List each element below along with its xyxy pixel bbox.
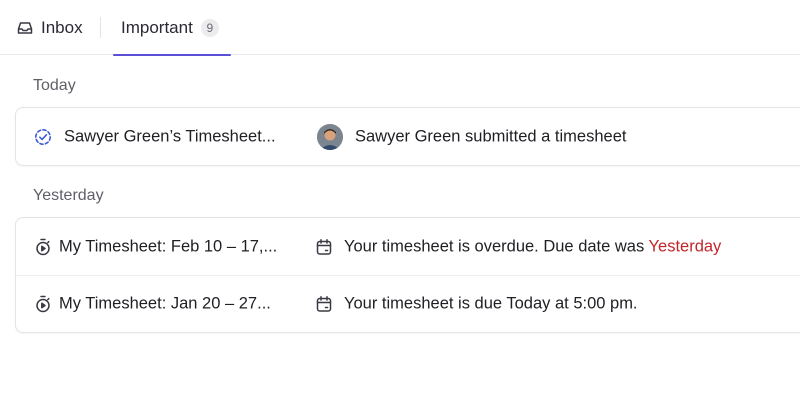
- section-label-yesterday: Yesterday: [33, 187, 104, 204]
- notification-title: Sawyer Green’s Timesheet...: [64, 127, 276, 145]
- notification-text-main: Your timesheet is overdue. Due date was: [344, 237, 649, 255]
- overdue-date-label: Yesterday: [648, 237, 722, 255]
- tab-inbox-label: Inbox: [41, 17, 83, 37]
- notification-row[interactable]: My Timesheet: Jan 20 – 27... Your timesh…: [16, 275, 800, 332]
- notification-group-today: Sawyer Green’s Timesheet... Sawyer Green…: [15, 107, 800, 166]
- inbox-icon: [17, 21, 33, 35]
- notification-title: My Timesheet: Jan 20 – 27...: [59, 294, 271, 313]
- active-tab-indicator: [113, 54, 231, 56]
- notification-row[interactable]: My Timesheet: Feb 10 – 17,... Your times…: [16, 218, 800, 275]
- notification-text: Your timesheet is due Today at 5:00 pm.: [344, 294, 638, 313]
- section-label-today: Today: [33, 77, 76, 94]
- calendar-icon: [316, 295, 332, 313]
- important-count-badge: 9: [200, 18, 219, 37]
- stopwatch-icon: [33, 237, 53, 257]
- timesheet-submitted-icon: [33, 127, 53, 147]
- notification-group-yesterday: My Timesheet: Feb 10 – 17,... Your times…: [15, 217, 800, 333]
- notification-text: Your timesheet is overdue. Due date was …: [344, 237, 721, 256]
- avatar: [317, 123, 343, 150]
- calendar-icon: [316, 238, 332, 255]
- notification-text: Sawyer Green submitted a timesheet: [355, 127, 627, 145]
- tab-divider: [100, 17, 101, 38]
- notification-row[interactable]: Sawyer Green’s Timesheet... Sawyer Green…: [16, 108, 800, 165]
- tab-important-label: Important: [121, 17, 193, 37]
- notification-title: My Timesheet: Feb 10 – 17,...: [59, 237, 278, 255]
- stopwatch-icon: [33, 294, 53, 314]
- tab-inbox[interactable]: Inbox: [17, 0, 83, 55]
- tab-bar: Inbox Important 9: [0, 0, 800, 56]
- tab-important[interactable]: Important 9: [113, 0, 231, 56]
